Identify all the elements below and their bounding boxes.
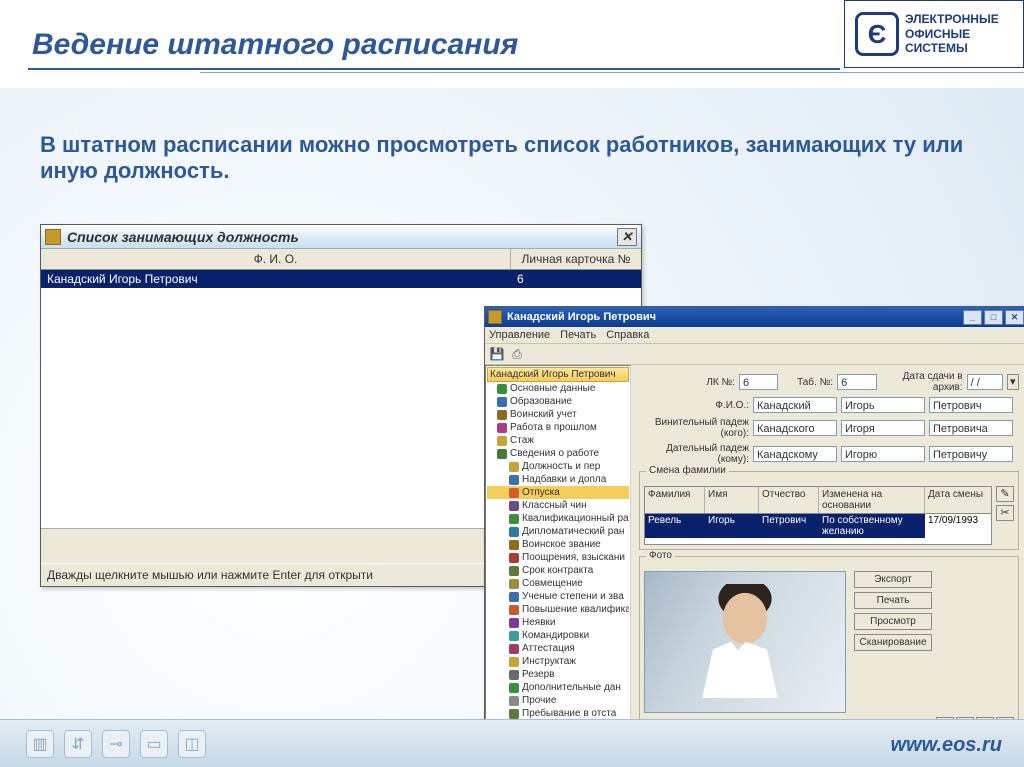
input-surname[interactable]: Канадский [753, 397, 837, 413]
tree-item[interactable]: Аттестация [487, 642, 629, 655]
close-button[interactable]: ✕ [617, 228, 637, 246]
input-dat1[interactable]: Канадскому [753, 446, 837, 462]
table-header: Ф. И. О. Личная карточка № [41, 249, 641, 270]
tree-item[interactable]: Основные данные [487, 382, 629, 395]
print-icon[interactable]: ⎙ [509, 346, 525, 362]
footer-icon[interactable]: ⇵ [64, 730, 92, 758]
label-accusative: Винительный падеж (кого): [639, 417, 749, 439]
tree-item[interactable]: Совмещение [487, 577, 629, 590]
col-fio[interactable]: Ф. И. О. [41, 249, 511, 269]
menu-item[interactable]: Печать [560, 329, 596, 341]
label-lk: ЛК №: [639, 377, 735, 388]
tree-item[interactable]: Должность и пер [487, 460, 629, 473]
tree-nav[interactable]: Канадский Игорь Петрович Основные данные… [485, 365, 631, 755]
label-fio: Ф.И.О.: [639, 400, 749, 411]
tree-item[interactable]: Надбавки и допла [487, 473, 629, 486]
input-acc3[interactable]: Петровича [929, 420, 1013, 436]
label-dative: Дательный падеж (кому): [639, 443, 749, 465]
scan-button[interactable]: Сканирование [854, 634, 932, 651]
tree-item[interactable]: Командировки [487, 629, 629, 642]
window-employee-card: Канадский Игорь Петрович _ □ ✕ Управлени… [484, 306, 1024, 756]
page-title: Ведение штатного расписания [32, 28, 518, 62]
page-subtitle: В штатном расписании можно просмотреть с… [40, 132, 984, 184]
tree-item[interactable]: Сведения о работе [487, 447, 629, 460]
input-archive[interactable]: / / [967, 374, 1003, 390]
tree-item[interactable]: Повышение квалифика [487, 603, 629, 616]
save-icon[interactable]: 💾 [489, 346, 505, 362]
tree-item[interactable]: Отпуска [487, 486, 629, 499]
tree-item[interactable]: Дополнительные дан [487, 681, 629, 694]
tree-item[interactable]: Инструктаж [487, 655, 629, 668]
logo-mark-icon: Є [855, 12, 899, 56]
table-header: Фамилия Имя Отчество Изменена на основан… [645, 487, 991, 514]
tree-item[interactable]: Классный чин [487, 499, 629, 512]
page-footer: ▥ ⇵ ⊸ ▭ ◫ www.eos.ru [0, 719, 1024, 767]
divider [200, 72, 1024, 73]
add-icon[interactable]: ✎ [996, 486, 1014, 502]
window-title: Список занимающих должность [67, 229, 299, 245]
group-title: Фото [646, 550, 675, 561]
remove-icon[interactable]: ✂ [996, 505, 1014, 521]
tree-item[interactable]: Образование [487, 395, 629, 408]
tree-item[interactable]: Резерв [487, 668, 629, 681]
input-patronymic[interactable]: Петрович [929, 397, 1013, 413]
group-photo: Фото Экспорт Печать Просмотр Сканировани… [639, 556, 1019, 738]
group-title: Смена фамилии [646, 465, 729, 476]
tree-item[interactable]: Ученые степени и зва [487, 590, 629, 603]
footer-url: www.eos.ru [890, 734, 1002, 757]
tree-item[interactable]: Неявки [487, 616, 629, 629]
footer-icon[interactable]: ⊸ [102, 730, 130, 758]
view-button[interactable]: Просмотр [854, 613, 932, 630]
window-titlebar[interactable]: Список занимающих должность ✕ [41, 225, 641, 249]
tree-item[interactable]: Поощрения, взыскани [487, 551, 629, 564]
export-button[interactable]: Экспорт [854, 571, 932, 588]
toolbar: 💾 ⎙ [485, 344, 1024, 365]
input-lk[interactable]: 6 [739, 374, 778, 390]
close-button[interactable]: ✕ [1005, 310, 1024, 325]
input-acc2[interactable]: Игоря [841, 420, 925, 436]
group-surname-change: Смена фамилии Фамилия Имя Отчество Измен… [639, 471, 1019, 550]
app-icon [488, 310, 502, 324]
tree-item[interactable]: Квалификационный ра [487, 512, 629, 525]
maximize-button[interactable]: □ [984, 310, 1003, 325]
logo: Є ЭЛЕКТРОННЫЕ ОФИСНЫЕ СИСТЕМЫ [844, 0, 1024, 68]
dropdown-icon[interactable]: ▾ [1007, 374, 1019, 390]
logo-text: ЭЛЕКТРОННЫЕ ОФИСНЫЕ СИСТЕМЫ [905, 12, 999, 55]
footer-icon[interactable]: ◫ [178, 730, 206, 758]
tree-root[interactable]: Канадский Игорь Петрович [487, 367, 629, 382]
window-titlebar[interactable]: Канадский Игорь Петрович _ □ ✕ [485, 307, 1024, 327]
label-archive: Дата сдачи в архив: [881, 371, 963, 393]
footer-icon[interactable]: ▭ [140, 730, 168, 758]
input-tab[interactable]: 6 [837, 374, 876, 390]
label-tab: Таб. №: [782, 377, 833, 388]
window-title: Канадский Игорь Петрович [507, 311, 656, 323]
menubar: Управление Печать Справка [485, 327, 1024, 344]
footer-icon[interactable]: ▥ [26, 730, 54, 758]
divider [28, 68, 840, 70]
photo-preview[interactable] [644, 571, 846, 713]
input-name[interactable]: Игорь [841, 397, 925, 413]
app-icon [45, 229, 61, 245]
table-row[interactable]: Канадский Игорь Петрович 6 [41, 270, 641, 288]
print-button[interactable]: Печать [854, 592, 932, 609]
tree-item[interactable]: Прочие [487, 694, 629, 707]
input-acc1[interactable]: Канадского [753, 420, 837, 436]
menu-item[interactable]: Справка [606, 329, 649, 341]
tree-item[interactable]: Срок контракта [487, 564, 629, 577]
menu-item[interactable]: Управление [489, 329, 550, 341]
tree-item[interactable]: Стаж [487, 434, 629, 447]
input-dat3[interactable]: Петровичу [929, 446, 1013, 462]
col-card[interactable]: Личная карточка № [511, 249, 641, 269]
input-dat2[interactable]: Игорю [841, 446, 925, 462]
minimize-button[interactable]: _ [963, 310, 982, 325]
tree-item[interactable]: Дипломатический ран [487, 525, 629, 538]
tree-item[interactable]: Воинский учет [487, 408, 629, 421]
tree-item[interactable]: Работа в прошлом [487, 421, 629, 434]
tree-item[interactable]: Воинское звание [487, 538, 629, 551]
table-row[interactable]: Ревель Игорь Петрович По собственному же… [645, 514, 991, 538]
